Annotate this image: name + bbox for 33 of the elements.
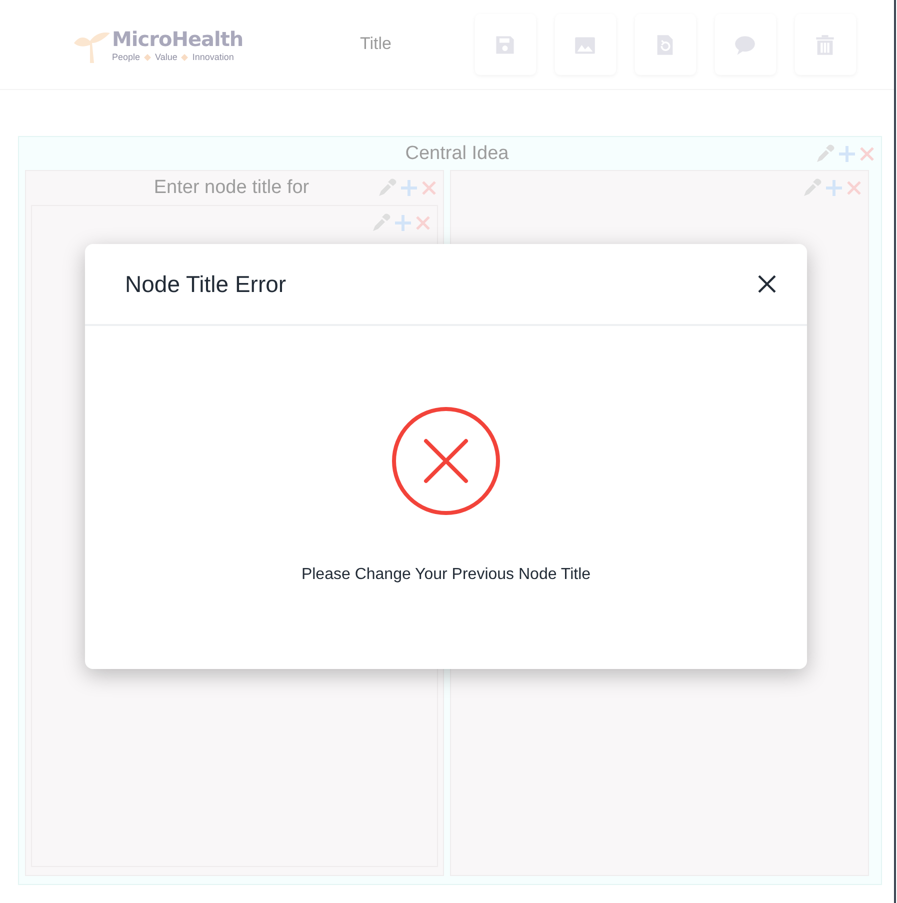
dialog-message: Please Change Your Previous Node Title [301,566,591,584]
close-icon[interactable] [846,180,862,196]
diamond-icon [181,54,188,61]
error-icon [390,405,502,517]
close-button[interactable] [757,274,777,294]
logo-name: MicroHealth [112,26,244,52]
tagline-word: People [112,52,140,63]
close-icon [757,274,777,294]
page-title: Title [360,34,392,54]
close-icon[interactable] [859,146,875,162]
pencil-icon[interactable] [815,144,835,164]
add-icon[interactable] [838,144,856,162]
toolbar-button[interactable] [794,14,856,75]
toolbar-button[interactable] [554,14,616,75]
dialog-title: Node Title Error [125,270,288,298]
pencil-icon[interactable] [377,178,397,198]
add-icon[interactable] [400,179,418,197]
node-title: Central Idea [405,142,509,164]
close-icon[interactable] [415,215,431,231]
trash-icon [814,34,836,56]
toolbar-button[interactable] [634,14,696,75]
comment-icon [734,34,756,56]
close-icon[interactable] [421,180,437,196]
node-title: Enter node title for [154,177,310,198]
tagline-word: Innovation [192,52,234,63]
tagline-word: Value [155,52,178,63]
pencil-icon[interactable] [371,213,391,233]
toolbar-button[interactable] [714,14,776,75]
pencil-icon[interactable] [802,178,822,198]
add-icon[interactable] [825,179,843,197]
diamond-icon [144,54,152,61]
add-icon[interactable] [394,214,412,232]
toolbar-button[interactable] [474,14,536,75]
